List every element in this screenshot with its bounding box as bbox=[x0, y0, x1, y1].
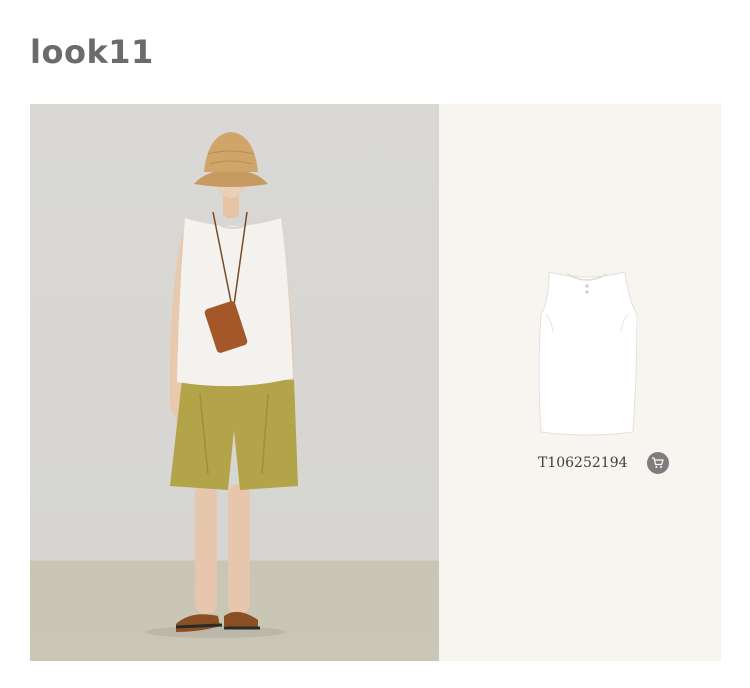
add-to-cart-button[interactable] bbox=[647, 452, 669, 474]
product-card: T106252194 bbox=[439, 104, 721, 661]
look-title: look11 bbox=[30, 33, 154, 71]
model-photo bbox=[30, 104, 439, 661]
product-sku: T106252194 bbox=[538, 455, 628, 471]
shopping-cart-icon bbox=[652, 457, 664, 468]
product-image[interactable] bbox=[537, 268, 638, 436]
look-panel: T106252194 bbox=[30, 104, 721, 661]
